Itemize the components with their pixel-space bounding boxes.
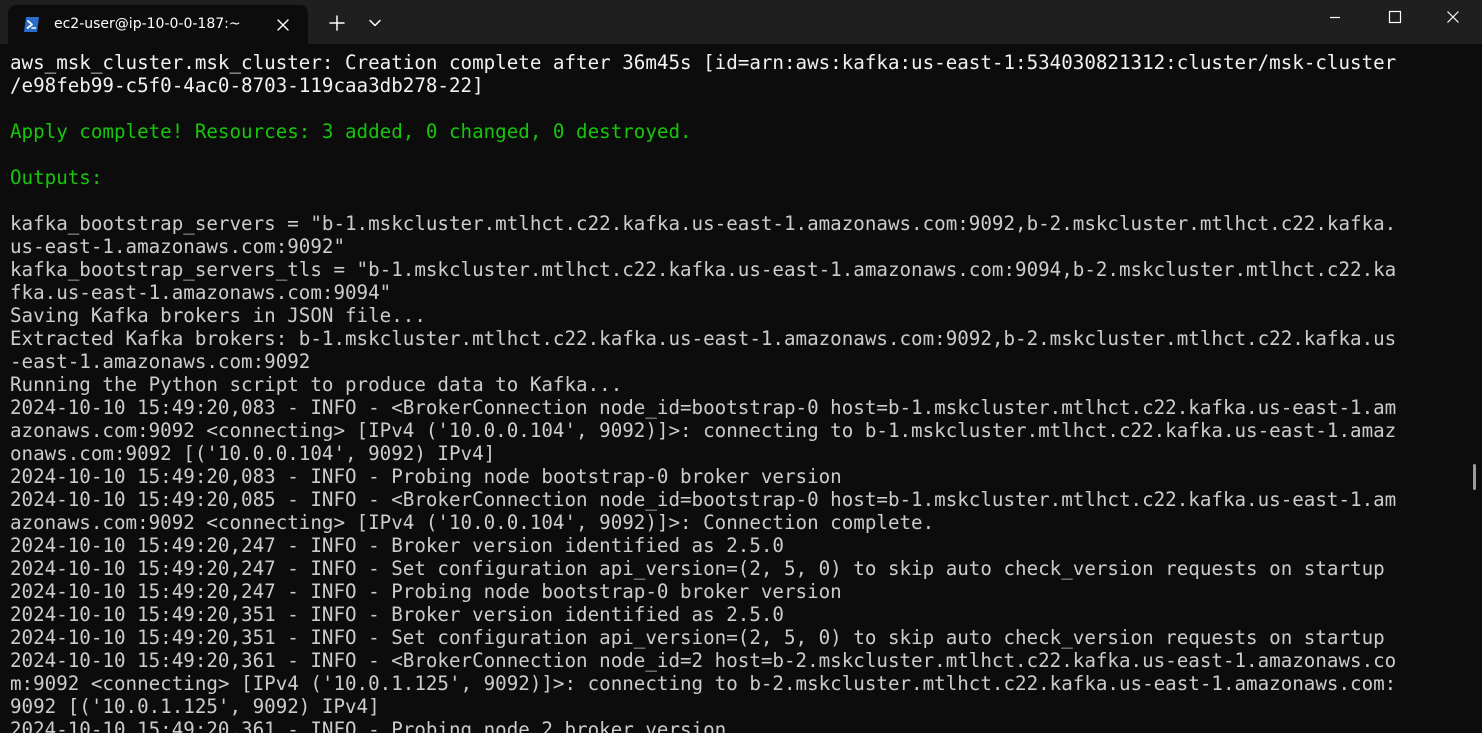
terminal-line: 2024-10-10 15:49:20,085 - INFO - <Broker… [10,488,1397,511]
terminal-line: 2024-10-10 15:49:20,361 - INFO - Probing… [10,718,727,733]
maximize-icon[interactable] [1372,0,1418,34]
powershell-icon [24,17,39,32]
terminal-line: us-east-1.amazonaws.com:9092" [10,235,346,258]
terminal-line: azonaws.com:9092 <connecting> [IPv4 ('10… [10,511,935,534]
terminal-line: /e98feb99-c5f0-4ac0-8703-119caa3db278-22… [10,74,484,97]
terminal-line: onaws.com:9092 [('10.0.0.104', 9092) IPv… [10,442,496,465]
terminal-line: kafka_bootstrap_servers = "b-1.mskcluste… [10,212,1397,235]
terminal-line: 2024-10-10 15:49:20,083 - INFO - <Broker… [10,396,1397,419]
terminal-line: 2024-10-10 15:49:20,351 - INFO - Broker … [10,603,784,626]
chevron-down-icon[interactable] [362,10,388,36]
terminal-line: fka.us-east-1.amazonaws.com:9094" [10,281,392,304]
terminal-line: 2024-10-10 15:49:20,247 - INFO - Probing… [10,580,842,603]
terminal-line: 9092 [('10.0.1.125', 9092) IPv4] [10,695,380,718]
outputs-heading: Outputs: [10,166,103,189]
scrollbar-thumb[interactable] [1473,464,1476,490]
terminal-line: 2024-10-10 15:49:20,083 - INFO - Probing… [10,465,842,488]
terminal-line: Extracted Kafka brokers: b-1.mskcluster.… [10,327,1397,350]
terminal-line: Running the Python script to produce dat… [10,373,623,396]
close-icon[interactable] [1430,0,1476,34]
terminal-line: Saving Kafka brokers in JSON file... [10,304,426,327]
terminal-line: 2024-10-10 15:49:20,247 - INFO - Broker … [10,534,784,557]
apply-complete-line: Apply complete! Resources: 3 added, 0 ch… [10,120,692,143]
terminal-output[interactable]: aws_msk_cluster.msk_cluster: Creation co… [10,51,1454,733]
title-bar: ec2-user@ip-10-0-0-187:~ [0,0,1482,44]
terminal-line: azonaws.com:9092 <connecting> [IPv4 ('10… [10,419,1397,442]
tab-title: ec2-user@ip-10-0-0-187:~ [54,16,241,32]
terminal-line: 2024-10-10 15:49:20,247 - INFO - Set con… [10,557,1385,580]
close-icon[interactable] [272,14,294,36]
plus-icon[interactable] [324,10,350,36]
terminal-line: aws_msk_cluster.msk_cluster: Creation co… [10,51,1397,74]
minimize-icon[interactable] [1312,0,1358,34]
terminal-line: 2024-10-10 15:49:20,361 - INFO - <Broker… [10,649,1397,672]
terminal-line: m:9092 <connecting> [IPv4 ('10.0.1.125',… [10,672,1397,695]
terminal-line: kafka_bootstrap_servers_tls = "b-1.mskcl… [10,258,1397,281]
terminal-line: 2024-10-10 15:49:20,351 - INFO - Set con… [10,626,1385,649]
terminal-window: ec2-user@ip-10-0-0-187:~ aws_msk_cluster… [0,0,1482,733]
terminal-line: -east-1.amazonaws.com:9092 [10,350,311,373]
tab-active[interactable]: ec2-user@ip-10-0-0-187:~ [8,5,308,44]
